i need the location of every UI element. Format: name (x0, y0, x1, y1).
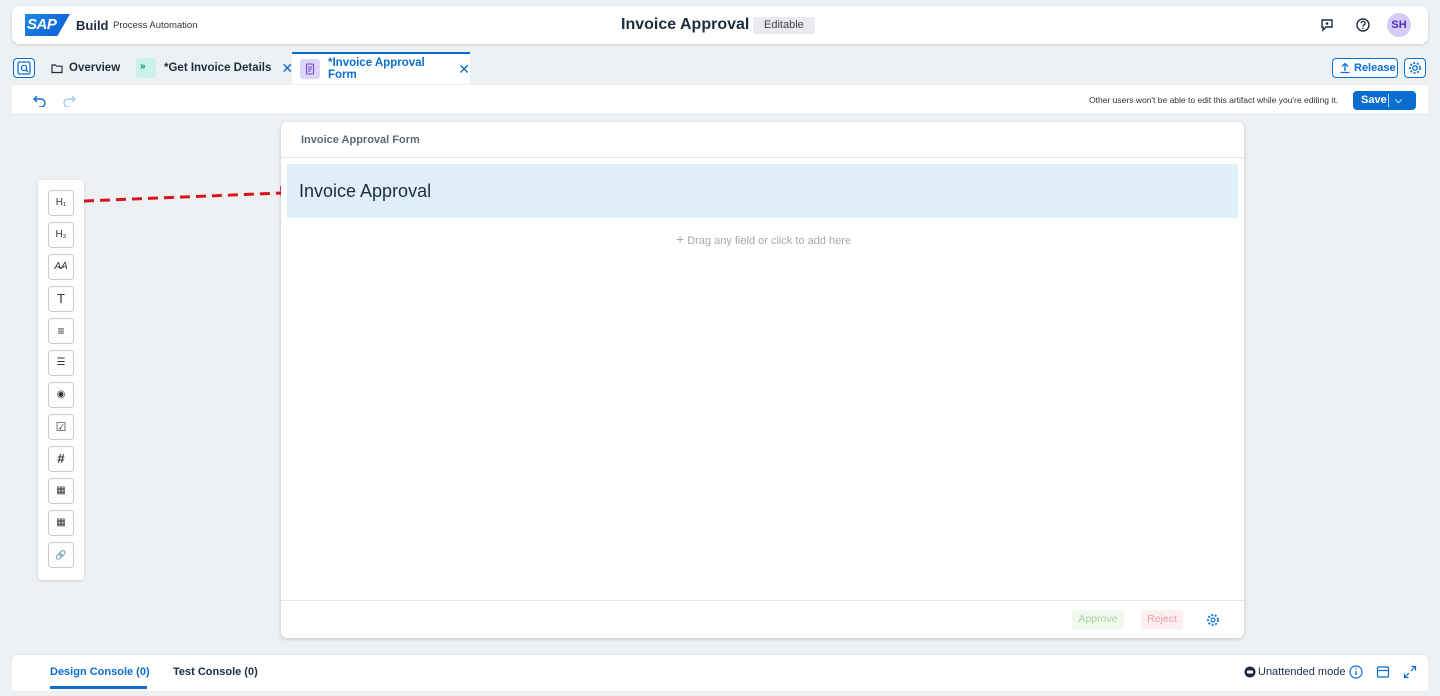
annotation-arrow (84, 186, 295, 203)
field-palette: H₁ H₂ A̶A T ≡ ☰ ◉ ☑ # ▦ ▦ 🔗 (38, 180, 84, 580)
release-label: Release (1354, 62, 1396, 74)
automation-icon: » (136, 58, 156, 78)
avatar[interactable]: SH (1387, 13, 1411, 37)
form-editor: Invoice Approval Form Invoice Approval +… (281, 122, 1244, 638)
folder-icon (51, 63, 63, 73)
checklist-field[interactable]: ☰ (48, 350, 74, 376)
paragraph-field[interactable]: ≡ (48, 318, 74, 344)
gear-icon[interactable] (1205, 612, 1221, 628)
save-button[interactable]: Save ⌵ (1353, 91, 1416, 110)
save-separator (1388, 94, 1389, 107)
tab-label: Overview (69, 62, 121, 74)
checkbox-field[interactable]: ☑ (48, 414, 74, 440)
brand-subtitle: Process Automation (113, 20, 198, 31)
page-title: Invoice Approval (621, 16, 750, 33)
heading-2-field[interactable]: H₂ (48, 222, 74, 248)
release-button[interactable]: Release (1332, 58, 1398, 78)
search-icon (17, 61, 31, 75)
help-icon[interactable] (1355, 17, 1371, 33)
expand-icon[interactable] (1403, 665, 1417, 679)
sap-logo[interactable]: SAP (25, 14, 70, 36)
heading-text[interactable]: Invoice Approval (299, 181, 431, 202)
text-style-field[interactable]: A̶A (48, 254, 74, 280)
tab-overview[interactable]: Overview (43, 52, 128, 84)
robot-icon (1244, 666, 1256, 678)
chevron-down-icon[interactable]: ⌵ (1395, 91, 1402, 110)
feedback-icon[interactable] (1319, 17, 1335, 33)
status-badge: Editable (753, 17, 815, 34)
active-tab-indicator (50, 686, 147, 689)
editor-toolbar: Other users won't be able to edit this a… (12, 85, 1428, 115)
tab-design-console[interactable]: Design Console (0) (50, 666, 150, 678)
undo-icon[interactable] (32, 93, 48, 107)
radio-field[interactable]: ◉ (48, 382, 74, 408)
divider (281, 157, 1244, 158)
close-icon[interactable]: ✕ (458, 61, 470, 78)
gear-icon (1409, 62, 1421, 74)
heading-1-field[interactable]: H₁ (48, 190, 74, 216)
info-icon[interactable] (1349, 665, 1363, 679)
settings-button[interactable] (1404, 58, 1426, 78)
tab-test-console[interactable]: Test Console (0) (173, 666, 258, 678)
divider (281, 600, 1244, 601)
shell-bar: SAP Build Process Automation Invoice App… (12, 6, 1428, 44)
tab-get-invoice-details[interactable]: » *Get Invoice Details ✕ (136, 52, 293, 84)
form-icon (300, 59, 320, 79)
save-label: Save (1361, 94, 1387, 106)
tab-label: *Get Invoice Details (164, 62, 272, 74)
tab-label: *Invoice Approval Form (328, 57, 425, 81)
approve-button[interactable]: Approve (1072, 610, 1124, 629)
upload-icon (1340, 62, 1350, 74)
console-bar: Design Console (0) Test Console (0) Unat… (12, 655, 1428, 691)
redo-icon[interactable] (61, 93, 77, 107)
reject-button[interactable]: Reject (1141, 610, 1183, 629)
date-field[interactable]: ▦ (48, 478, 74, 504)
brand-name: Build (76, 18, 109, 33)
drop-hint-text: Drag any field or click to add here (687, 235, 852, 247)
drop-zone[interactable]: + Drag any field or click to add here (676, 231, 851, 247)
link-field[interactable]: 🔗 (48, 542, 74, 568)
search-artifact-button[interactable] (13, 58, 35, 78)
number-field[interactable]: # (48, 446, 74, 472)
plus-icon: + (676, 231, 685, 247)
form-name: Invoice Approval Form (301, 134, 420, 146)
panel-icon[interactable] (1376, 665, 1390, 679)
unattended-mode-label: Unattended mode (1258, 666, 1346, 678)
text-field[interactable]: T (48, 286, 74, 312)
tab-invoice-approval-form[interactable]: *Invoice Approval Form ✕ (292, 52, 470, 84)
heading-field[interactable]: Invoice Approval (287, 164, 1238, 218)
table-field[interactable]: ▦ (48, 510, 74, 536)
lock-notice: Other users won't be able to edit this a… (1089, 95, 1338, 105)
